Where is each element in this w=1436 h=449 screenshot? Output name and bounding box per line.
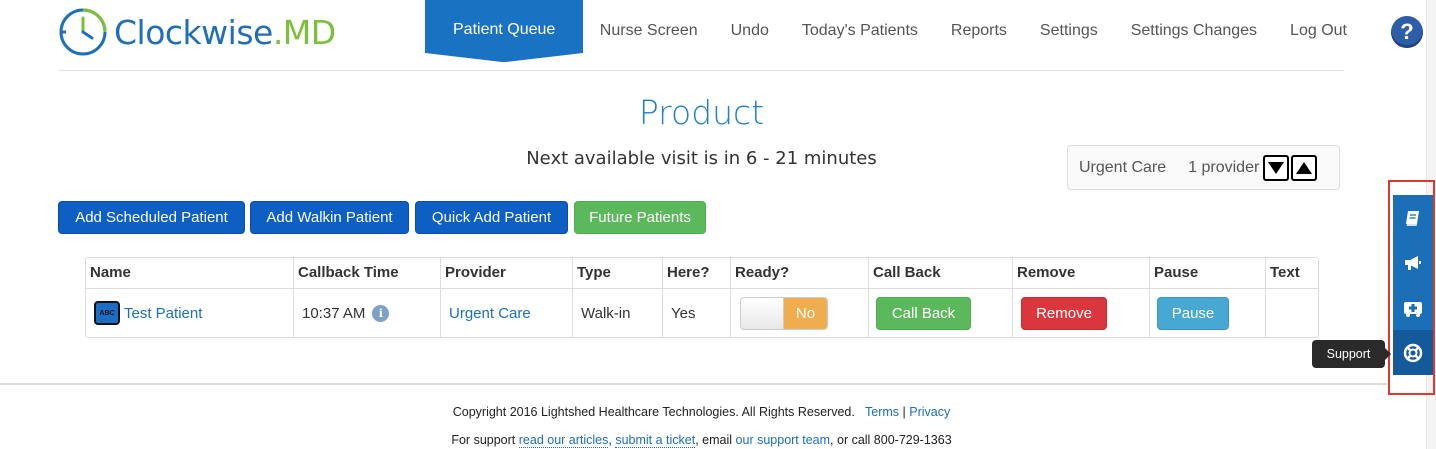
info-icon[interactable]: i — [372, 304, 390, 322]
arrow-down-icon — [1268, 161, 1285, 174]
copyright-text: Copyright 2016 Lightshed Healthcare Tech… — [452, 405, 855, 419]
column-divider — [1149, 258, 1150, 337]
ready-state-label: No — [784, 297, 827, 329]
callback-time-cell: 10:37 AM i — [302, 289, 390, 337]
increase-provider-button[interactable] — [1291, 154, 1318, 181]
clock-icon — [59, 8, 107, 56]
provider-selector: Urgent Care 1 provider — [1067, 145, 1340, 190]
remove-cell: Remove — [1021, 289, 1107, 337]
provider-cell: Urgent Care — [449, 289, 531, 337]
col-header-ready: Ready? — [735, 264, 790, 281]
col-header-here: Here? — [667, 264, 710, 281]
arrow-up-icon — [1296, 161, 1313, 174]
dock-highlight-frame — [1388, 180, 1435, 395]
future-patients-button[interactable]: Future Patients — [574, 201, 706, 234]
terms-link[interactable]: Terms — [865, 405, 899, 419]
provider-count: 1 provider — [1188, 158, 1260, 176]
nav-reports[interactable]: Reports — [934, 0, 1023, 62]
call-text: , or call 800-729-1363 — [830, 433, 952, 447]
col-header-name: Name — [90, 264, 131, 281]
provider-link[interactable]: Urgent Care — [449, 305, 531, 322]
submit-ticket-link[interactable]: submit a ticket — [615, 433, 696, 448]
footer-copyright-line: Copyright 2016 Lightshed Healthcare Tech… — [0, 405, 1403, 419]
footer-support-line: For support read our articles, submit a … — [0, 433, 1403, 448]
nav-todays-patients[interactable]: Today's Patients — [785, 0, 934, 62]
privacy-link[interactable]: Privacy — [909, 405, 950, 419]
logo-text: Clockwise.MD — [114, 12, 336, 52]
nav-log-out[interactable]: Log Out — [1274, 0, 1364, 62]
page-title: Product — [638, 93, 765, 132]
patient-id-icon: ABC — [94, 301, 120, 325]
support-team-link[interactable]: our support team — [736, 433, 831, 447]
column-divider — [662, 258, 663, 337]
col-header-type: Type — [577, 264, 611, 281]
support-prefix: For support — [451, 433, 516, 447]
help-icon[interactable]: ? — [1391, 16, 1423, 48]
patient-queue-table: Name Callback Time Provider Type Here? R… — [85, 257, 1319, 338]
table-row-name-cell: ABC Test Patient — [94, 289, 202, 337]
column-divider — [293, 258, 294, 337]
type-cell: Walk-in — [581, 304, 631, 322]
column-divider — [730, 258, 731, 337]
col-header-call-back: Call Back — [873, 264, 941, 281]
comma-text: , — [608, 433, 612, 447]
main-nav: Patient Queue Nurse Screen Undo Today's … — [425, 0, 1363, 62]
col-header-pause: Pause — [1154, 264, 1199, 281]
nav-settings[interactable]: Settings — [1023, 0, 1114, 62]
pause-cell: Pause — [1157, 289, 1229, 337]
nav-settings-changes[interactable]: Settings Changes — [1114, 0, 1273, 62]
toggle-knob — [741, 297, 785, 329]
header-divider — [58, 70, 1344, 71]
patient-name-link[interactable]: Test Patient — [124, 305, 202, 322]
call-back-cell: Call Back — [876, 289, 971, 337]
email-text: , email — [695, 433, 733, 447]
provider-location: Urgent Care — [1079, 158, 1167, 176]
col-header-provider: Provider — [445, 264, 506, 281]
here-cell: Yes — [671, 304, 696, 322]
clockwise-logo[interactable]: Clockwise.MD — [58, 6, 336, 58]
add-walkin-patient-button[interactable]: Add Walkin Patient — [250, 201, 409, 234]
column-divider — [440, 258, 441, 337]
nav-undo[interactable]: Undo — [714, 0, 785, 62]
column-divider — [572, 258, 573, 337]
column-divider — [1012, 258, 1013, 337]
quick-add-patient-button[interactable]: Quick Add Patient — [415, 201, 568, 234]
ready-toggle[interactable]: No — [740, 296, 828, 330]
column-divider — [868, 258, 869, 337]
footer-divider — [0, 383, 1387, 385]
col-header-text: Text — [1270, 264, 1300, 281]
column-divider — [1265, 258, 1266, 337]
callback-time-value: 10:37 AM — [302, 304, 366, 322]
read-articles-link[interactable]: read our articles — [518, 433, 609, 448]
col-header-callback-time: Callback Time — [298, 264, 399, 281]
pause-button[interactable]: Pause — [1157, 296, 1229, 330]
nav-nurse-screen[interactable]: Nurse Screen — [583, 0, 714, 62]
nav-patient-queue[interactable]: Patient Queue — [425, 0, 584, 62]
decrease-provider-button[interactable] — [1263, 154, 1290, 181]
header-row-divider — [86, 288, 1318, 289]
remove-button[interactable]: Remove — [1021, 296, 1107, 330]
ready-cell: No — [740, 289, 828, 337]
footer-separator: | — [902, 405, 906, 419]
col-header-remove: Remove — [1017, 264, 1076, 281]
add-scheduled-patient-button[interactable]: Add Scheduled Patient — [58, 201, 245, 234]
support-tooltip: Support — [1312, 340, 1391, 368]
call-back-button[interactable]: Call Back — [876, 296, 971, 330]
